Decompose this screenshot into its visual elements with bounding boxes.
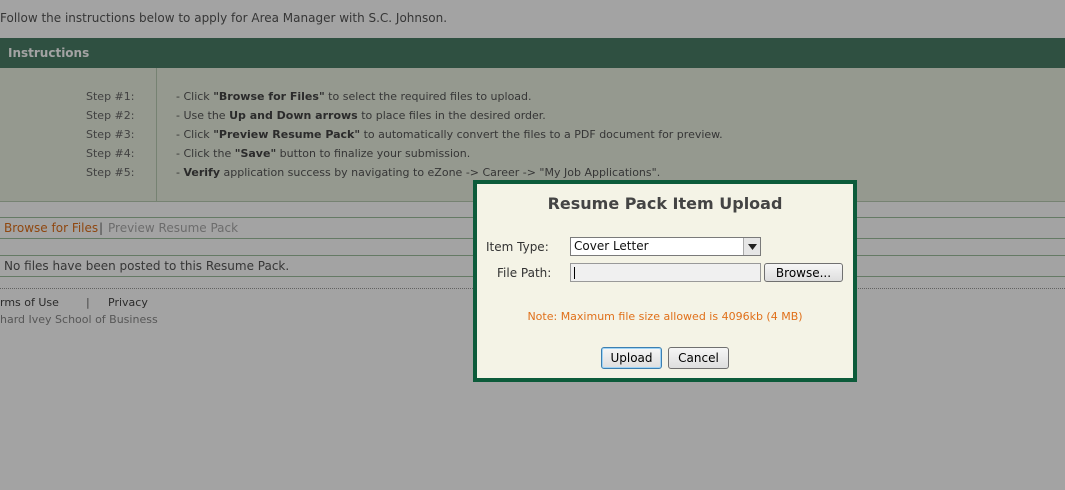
item-type-label: Item Type: xyxy=(486,240,549,254)
text-cursor xyxy=(574,267,575,279)
upload-dialog: Resume Pack Item Upload Item Type: Cover… xyxy=(473,180,857,382)
dialog-title: Resume Pack Item Upload xyxy=(547,194,783,213)
item-type-value: Cover Letter xyxy=(574,239,649,253)
file-path-label: File Path: xyxy=(497,266,552,280)
upload-button[interactable]: Upload xyxy=(601,347,662,369)
file-path-field[interactable] xyxy=(570,263,761,282)
cancel-button[interactable]: Cancel xyxy=(668,347,729,369)
item-type-select[interactable]: Cover Letter xyxy=(570,237,761,256)
chevron-down-icon[interactable] xyxy=(743,238,760,255)
browse-button[interactable]: Browse... xyxy=(764,263,843,282)
file-size-note: Note: Maximum file size allowed is 4096k… xyxy=(527,310,803,323)
